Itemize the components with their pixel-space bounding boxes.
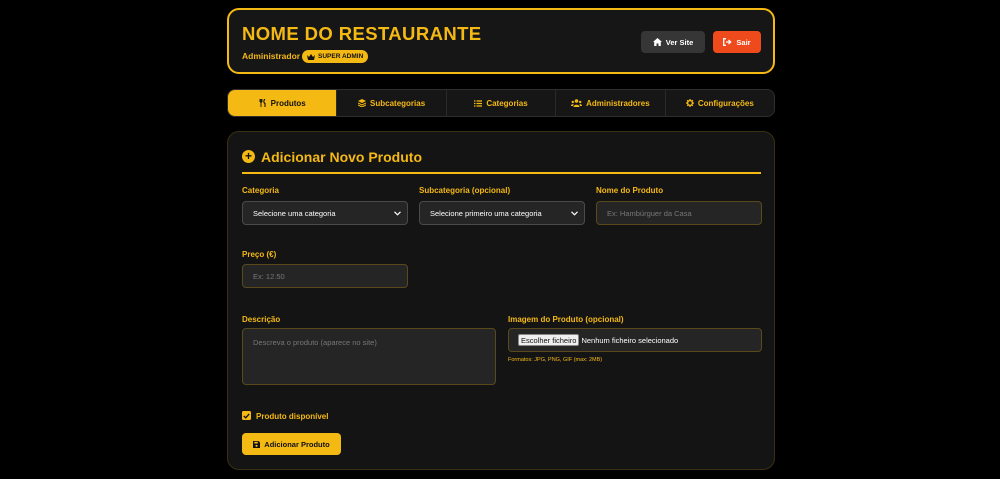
description-textarea[interactable]: Descreva o produto (aparece no site) xyxy=(242,328,496,385)
formats-hint: Formatos: JPG, PNG, GIF (max: 2MB) xyxy=(508,357,603,363)
crown-icon xyxy=(307,53,315,60)
category-select[interactable]: Selecione uma categoria xyxy=(242,201,408,225)
description-label: Descrição xyxy=(242,315,281,324)
super-admin-badge: SUPER ADMIN xyxy=(302,50,369,63)
subcategory-select-value: Selecione primeiro uma categoria xyxy=(430,208,542,218)
chevron-down-icon xyxy=(571,210,578,216)
choose-file-button[interactable]: Escolher ficheiro xyxy=(518,334,580,346)
home-icon xyxy=(652,38,662,46)
user-role: Administrador xyxy=(242,51,301,61)
tab-produtos[interactable]: Produtos xyxy=(228,90,337,116)
category-select-value: Selecione uma categoria xyxy=(253,208,336,218)
chevron-down-icon xyxy=(394,210,401,216)
add-product-card: + Adicionar Novo Produto Categoria Selec… xyxy=(227,131,775,470)
logout-button[interactable]: Sair xyxy=(713,31,761,53)
gear-icon xyxy=(685,99,694,107)
add-product-button[interactable]: Adicionar Produto xyxy=(242,433,341,455)
description-placeholder: Descreva o produto (aparece no site) xyxy=(253,338,377,347)
subcategory-label: Subcategoria (opcional) xyxy=(419,186,511,195)
price-input[interactable]: Ex: 12.50 xyxy=(242,264,408,288)
save-icon xyxy=(253,440,261,448)
list-icon xyxy=(474,99,483,107)
users-icon xyxy=(571,99,583,107)
available-checkbox[interactable] xyxy=(242,411,251,420)
header-panel: NOME DO RESTAURANTE Administrador SUPER … xyxy=(227,8,775,74)
tab-configuracoes[interactable]: Configurações xyxy=(664,90,774,116)
form-title: Adicionar Novo Produto xyxy=(261,149,422,165)
admin-tabs: Produtos Subcategorias Categorias Admini… xyxy=(227,89,775,117)
tab-label: Configurações xyxy=(697,98,754,108)
category-label: Categoria xyxy=(242,186,279,195)
image-label: Imagem do Produto (opcional) xyxy=(508,315,624,324)
view-site-label: Ver Site xyxy=(665,37,694,47)
tab-categorias[interactable]: Categorias xyxy=(445,90,555,116)
restaurant-title: NOME DO RESTAURANTE xyxy=(242,23,482,44)
tab-label: Subcategorias xyxy=(370,98,426,108)
available-label: Produto disponível xyxy=(256,412,329,421)
product-name-label: Nome do Produto xyxy=(596,186,664,195)
layers-icon xyxy=(358,99,367,107)
tab-label: Produtos xyxy=(270,98,306,108)
file-status: Nenhum ficheiro selecionado xyxy=(581,335,679,345)
utensils-icon xyxy=(259,99,266,107)
view-site-button[interactable]: Ver Site xyxy=(641,31,705,53)
price-placeholder: Ex: 12.50 xyxy=(253,271,285,281)
check-icon xyxy=(243,413,250,419)
sign-out-icon xyxy=(723,38,733,46)
form-heading: + Adicionar Novo Produto xyxy=(242,149,761,174)
product-name-placeholder: Ex: Hambúrguer da Casa xyxy=(607,208,692,218)
price-label: Preço (€) xyxy=(242,250,277,259)
product-name-input[interactable]: Ex: Hambúrguer da Casa xyxy=(596,201,762,225)
badge-label: SUPER ADMIN xyxy=(318,53,364,60)
tab-label: Administradores xyxy=(586,98,650,108)
image-file-input[interactable]: Escolher ficheiro Nenhum ficheiro seleci… xyxy=(508,328,762,352)
logout-label: Sair xyxy=(736,37,751,47)
subcategory-select[interactable]: Selecione primeiro uma categoria xyxy=(419,201,585,225)
tab-administradores[interactable]: Administradores xyxy=(555,90,664,116)
plus-circle-icon: + xyxy=(242,150,255,163)
tab-subcategorias[interactable]: Subcategorias xyxy=(336,90,445,116)
add-product-label: Adicionar Produto xyxy=(264,439,330,449)
tab-label: Categorias xyxy=(486,98,528,108)
